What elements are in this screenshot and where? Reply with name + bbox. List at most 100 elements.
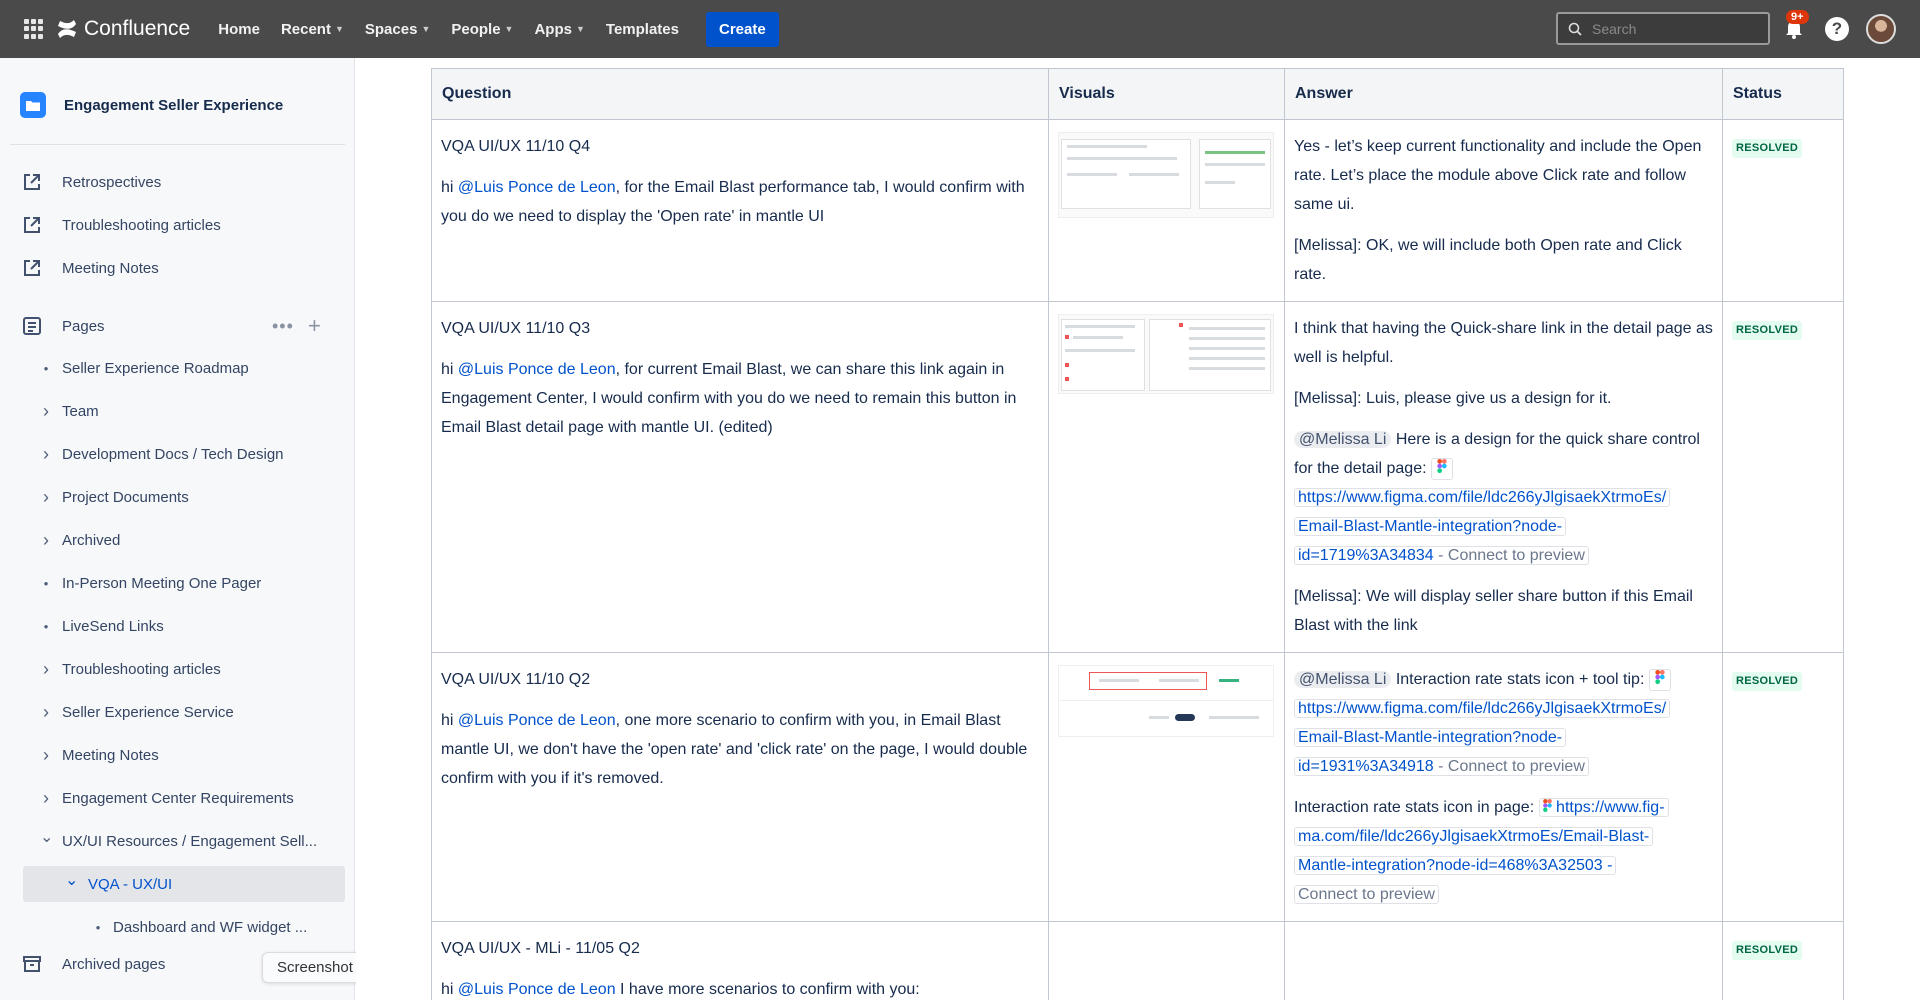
user-mention[interactable]: @Luis Ponce de Leon <box>458 712 616 729</box>
sidebar-item-seller-experience-roadmap[interactable]: • Seller Experience Roadmap <box>0 350 355 386</box>
link-text[interactable]: id=1719%3A34834 <box>1298 547 1434 564</box>
more-actions-icon[interactable]: ••• <box>272 316 294 337</box>
help-icon[interactable]: ? <box>1825 17 1849 41</box>
sidebar-item-in-person-meeting-one-pager[interactable]: • In-Person Meeting One Pager <box>0 565 355 601</box>
space-header[interactable]: Engagement Seller Experience <box>20 92 283 118</box>
question-text: hi @Luis Ponce de Leon I have more scena… <box>441 975 1039 1000</box>
link-text[interactable]: https://www.fig- <box>1556 799 1664 816</box>
chevron-right-icon[interactable]: › <box>40 487 52 508</box>
link-text[interactable]: Email-Blast-Mantle-integration?node- <box>1294 517 1567 536</box>
connect-to-preview[interactable]: - Connect to preview <box>1434 547 1585 564</box>
sidebar-item-dashboard-and-wf-widget[interactable]: • Dashboard and WF widget ... <box>0 909 355 945</box>
chevron-right-icon[interactable]: › <box>40 702 52 723</box>
chevron-down-icon[interactable]: ⌄ <box>65 870 78 890</box>
sidebar-item-archived[interactable]: › Archived <box>0 522 355 558</box>
sidebar-item-troubleshooting-articles[interactable]: › Troubleshooting articles <box>0 651 355 687</box>
user-mention[interactable]: @Luis Ponce de Leon <box>458 361 616 378</box>
sidebar-shortcut-retrospectives[interactable]: Retrospectives <box>0 164 355 200</box>
nav-spaces[interactable]: Spaces ▼ <box>365 21 430 38</box>
column-header-question[interactable]: Question <box>431 68 1049 120</box>
visual-thumbnail[interactable] <box>1058 314 1274 394</box>
answer-text: @Melissa Li Here is a design for the qui… <box>1294 425 1713 483</box>
confluence-logo[interactable]: Confluence <box>56 17 190 41</box>
search-input[interactable]: Search <box>1556 12 1770 45</box>
link-text[interactable]: - <box>1603 857 1612 874</box>
nav-recent[interactable]: Recent ▼ <box>281 21 344 38</box>
user-mention[interactable]: @Melissa Li <box>1294 431 1392 448</box>
sidebar-item-development-docs-tech-design[interactable]: › Development Docs / Tech Design <box>0 436 355 472</box>
sidebar-item-meeting-notes[interactable]: › Meeting Notes <box>0 737 355 773</box>
chevron-right-icon[interactable]: › <box>40 530 52 551</box>
sidebar-item-ux-ui-resources-engagement-sell[interactable]: ⌄ UX/UI Resources / Engagement Sell... <box>0 823 355 859</box>
figma-icon <box>1430 457 1453 480</box>
app-switcher-icon[interactable] <box>24 19 44 39</box>
user-mention[interactable]: @Luis Ponce de Leon <box>458 981 616 998</box>
chevron-right-icon[interactable]: › <box>40 401 52 422</box>
sidebar-pages-header[interactable]: Pages ••• + <box>0 308 355 344</box>
sidebar-shortcut-troubleshooting[interactable]: Troubleshooting articles <box>0 207 355 243</box>
sidebar-item-seller-experience-service[interactable]: › Seller Experience Service <box>0 694 355 730</box>
visual-thumbnail[interactable] <box>1058 132 1274 218</box>
sidebar-item-project-documents[interactable]: › Project Documents <box>0 479 355 515</box>
user-mention[interactable]: @Melissa Li <box>1294 671 1392 688</box>
visuals-cell <box>1048 921 1285 1000</box>
sidebar-item-engagement-center-requirements[interactable]: › Engagement Center Requirements <box>0 780 355 816</box>
nav-templates-label: Templates <box>605 20 679 38</box>
column-header-answer[interactable]: Answer <box>1284 68 1723 120</box>
avatar[interactable] <box>1866 14 1896 44</box>
add-page-icon[interactable]: + <box>308 313 321 339</box>
figma-icon <box>1648 668 1671 691</box>
sidebar-item-team[interactable]: › Team <box>0 393 355 429</box>
user-mention[interactable]: @Luis Ponce de Leon <box>458 179 616 196</box>
link-text[interactable]: id=1931%3A34918 <box>1298 758 1434 775</box>
nav-apps[interactable]: Apps ▼ <box>534 21 584 38</box>
connect-to-preview[interactable]: - Connect to preview <box>1434 758 1585 775</box>
sidebar-item-label: Development Docs / Tech Design <box>62 445 284 463</box>
confluence-logo-icon <box>58 20 76 38</box>
sidebar-item-label: Archived <box>62 531 121 549</box>
shortcut-label: Troubleshooting articles <box>62 216 221 234</box>
visual-thumbnail[interactable] <box>1058 665 1274 737</box>
figma-link[interactable]: https://www.figma.com/file/ldc266yJlgisa… <box>1294 483 1713 570</box>
connect-to-preview[interactable]: Connect to preview <box>1294 885 1439 904</box>
nav-apps-label: Apps <box>534 20 572 38</box>
chevron-right-icon[interactable]: › <box>40 745 52 766</box>
answer-body: Interaction rate stats icon + tool tip: <box>1391 671 1649 688</box>
link-text[interactable]: ma.com/file/ldc266yJlgisaekXtrmoEs/Email… <box>1294 827 1654 846</box>
answer-body: Interaction rate stats icon in page: <box>1294 799 1539 816</box>
sidebar-shortcut-meeting-notes[interactable]: Meeting Notes <box>0 250 355 286</box>
chevron-right-icon[interactable]: › <box>40 659 52 680</box>
answer-cell: @Melissa Li Interaction rate stats icon … <box>1284 652 1723 922</box>
sidebar-item-livesend-links[interactable]: • LiveSend Links <box>0 608 355 644</box>
sidebar-item-label: Dashboard and WF widget ... <box>113 918 308 936</box>
column-header-visuals[interactable]: Visuals <box>1048 68 1285 120</box>
status-cell: RESOLVED <box>1722 301 1844 653</box>
question-title: VQA UI/UX 11/10 Q3 <box>441 320 591 337</box>
nav-people[interactable]: People ▼ <box>451 21 513 38</box>
status-badge: RESOLVED <box>1732 321 1803 340</box>
nav-templates[interactable]: Templates <box>606 21 679 38</box>
nav-home[interactable]: Home <box>218 21 260 38</box>
question-cell: VQA UI/UX 11/10 Q2 hi @Luis Ponce de Leo… <box>431 652 1049 922</box>
column-header-status[interactable]: Status <box>1722 68 1844 120</box>
space-name: Engagement Seller Experience <box>64 96 284 114</box>
question-cell: VQA UI/UX 11/10 Q3 hi @Luis Ponce de Leo… <box>431 301 1049 653</box>
sidebar-item-label: Project Documents <box>62 488 189 506</box>
chevron-down-icon[interactable]: ⌄ <box>40 827 53 847</box>
figma-link[interactable]: https://www.figma.com/file/ldc266yJlgisa… <box>1294 694 1713 781</box>
sidebar-item-vqa-ux-ui[interactable]: ⌄ VQA - UX/UI <box>23 866 345 902</box>
external-link-icon <box>24 217 40 233</box>
link-text[interactable]: https://www.figma.com/file/ldc266yJlgisa… <box>1294 488 1671 507</box>
question-title: VQA UI/UX 11/10 Q2 <box>441 671 591 688</box>
sidebar-item-label: Meeting Notes <box>62 746 159 764</box>
link-text[interactable]: https://www.figma.com/file/ldc266yJlgisa… <box>1294 699 1671 718</box>
link-text[interactable]: Mantle-integration?node-id=468%3A32503 <box>1298 857 1603 874</box>
chevron-right-icon[interactable]: › <box>40 788 52 809</box>
chevron-right-icon[interactable]: › <box>40 444 52 465</box>
archive-icon <box>23 956 41 972</box>
status-cell: RESOLVED <box>1722 652 1844 922</box>
create-button[interactable]: Create <box>705 11 779 47</box>
answer-text: Interaction rate stats icon in page: htt… <box>1294 793 1713 909</box>
link-text[interactable]: Email-Blast-Mantle-integration?node- <box>1294 728 1567 747</box>
question-prefix: hi <box>441 179 458 196</box>
